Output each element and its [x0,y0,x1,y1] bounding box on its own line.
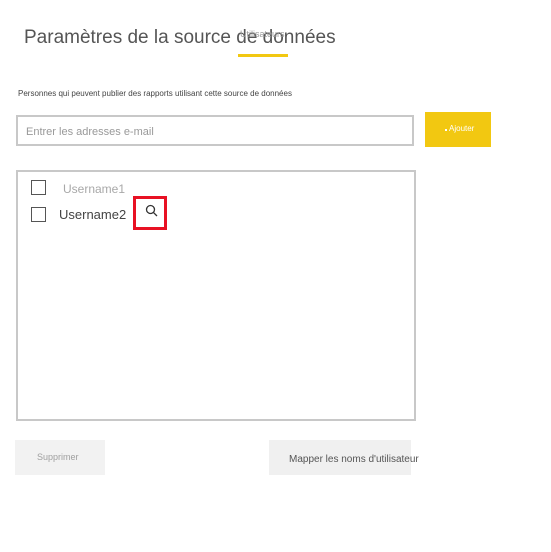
tab-active-underline [238,54,288,57]
email-input[interactable]: Entrer les adresses e-mail [16,115,414,146]
publishers-description: Personnes qui peuvent publier des rappor… [18,89,292,98]
user-checkbox[interactable] [31,180,46,195]
delete-button[interactable]: Supprimer [15,440,105,475]
search-icon[interactable] [145,204,159,218]
map-usernames-label: Mapper les noms d'utilisateur [289,454,419,465]
user-row: Username2 [18,196,414,230]
email-input-placeholder: Entrer les adresses e-mail [26,126,154,138]
highlight-tick [133,209,136,219]
add-button-dot [445,129,447,131]
tab-users-label: Utilisateurs [240,29,285,39]
user-checkbox[interactable] [31,207,46,222]
user-list: Username1 Username2 [16,170,416,421]
highlight-box [133,196,167,230]
tab-users[interactable]: Utilisateurs [238,29,290,57]
user-name: Username1 [63,182,126,196]
add-button[interactable]: Ajouter [425,112,491,147]
add-button-label: Ajouter [449,124,475,133]
user-name: Username2 [59,207,127,222]
delete-button-label: Supprimer [37,452,79,462]
map-usernames-button[interactable]: Mapper les noms d'utilisateur [269,440,419,475]
data-source-settings-page: Paramètres de la source de données Utili… [0,0,551,552]
user-row: Username1 [18,179,414,199]
